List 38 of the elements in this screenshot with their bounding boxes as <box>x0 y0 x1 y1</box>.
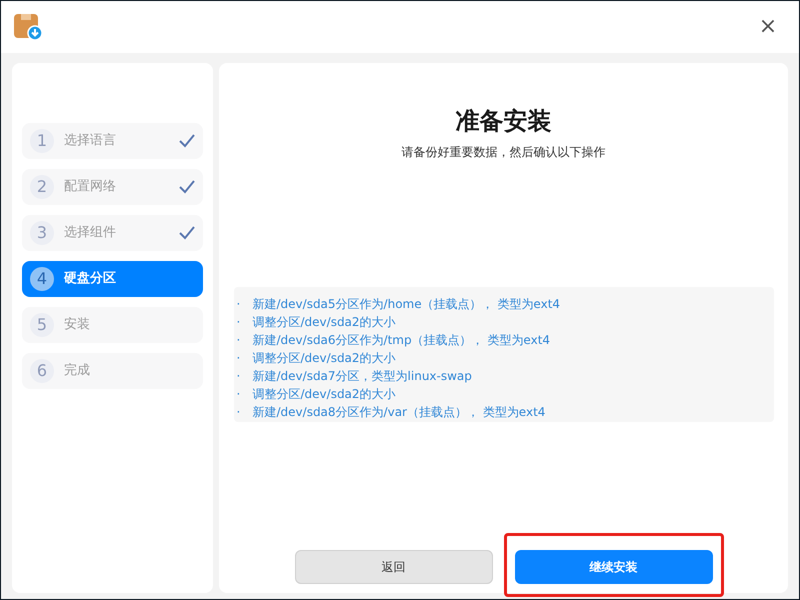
step-label: 完成 <box>64 362 91 380</box>
step-label: 选择组件 <box>64 224 117 242</box>
bullet: · <box>236 296 242 313</box>
step-number: 5 <box>30 313 54 337</box>
page-heading: 准备安装 <box>456 106 552 137</box>
bullet: · <box>236 368 242 385</box>
continue-button[interactable]: 继续安装 <box>514 550 712 584</box>
step-number: 1 <box>30 129 54 153</box>
step-item[interactable]: 1 选择语言 <box>22 123 203 159</box>
bullet: · <box>236 350 242 367</box>
page-subtitle: 请备份好重要数据，然后确认以下操作 <box>402 144 606 161</box>
bullet: · <box>236 314 242 331</box>
close-button[interactable]: × <box>753 12 783 42</box>
step-label: 选择语言 <box>64 132 117 150</box>
step-number: 6 <box>30 359 54 383</box>
step-label: 安装 <box>64 316 91 334</box>
operation-text: 新建/dev/sda6分区作为/tmp（挂载点）， 类型为ext4 <box>252 332 550 349</box>
bullet: · <box>236 404 242 421</box>
app-icon <box>13 13 43 41</box>
operation-text: 调整分区/dev/sda2的大小 <box>252 386 396 403</box>
step-item[interactable]: 4 硬盘分区 <box>22 261 203 297</box>
step-label: 硬盘分区 <box>64 270 117 288</box>
step-number: 2 <box>30 175 54 199</box>
step-label: 配置网络 <box>64 178 117 196</box>
step-item[interactable]: 2 配置网络 <box>22 169 203 205</box>
operation-text: 新建/dev/sda5分区作为/home（挂载点）， 类型为ext4 <box>252 296 560 313</box>
operation-text: 调整分区/dev/sda2的大小 <box>252 314 396 331</box>
operation-text: 新建/dev/sda7分区，类型为linux-swap <box>252 368 472 385</box>
bullet: · <box>236 332 242 349</box>
step-item[interactable]: 5 安装 <box>22 307 203 343</box>
step-item[interactable]: 3 选择组件 <box>22 215 203 251</box>
operation-text: 调整分区/dev/sda2的大小 <box>252 350 396 367</box>
step-number: 3 <box>30 221 54 245</box>
operation-text: 新建/dev/sda8分区作为/var（挂载点）， 类型为ext4 <box>252 404 546 421</box>
step-item[interactable]: 6 完成 <box>22 353 203 389</box>
step-number: 4 <box>30 267 54 291</box>
bullet: · <box>236 386 242 403</box>
back-button[interactable]: 返回 <box>294 550 492 584</box>
